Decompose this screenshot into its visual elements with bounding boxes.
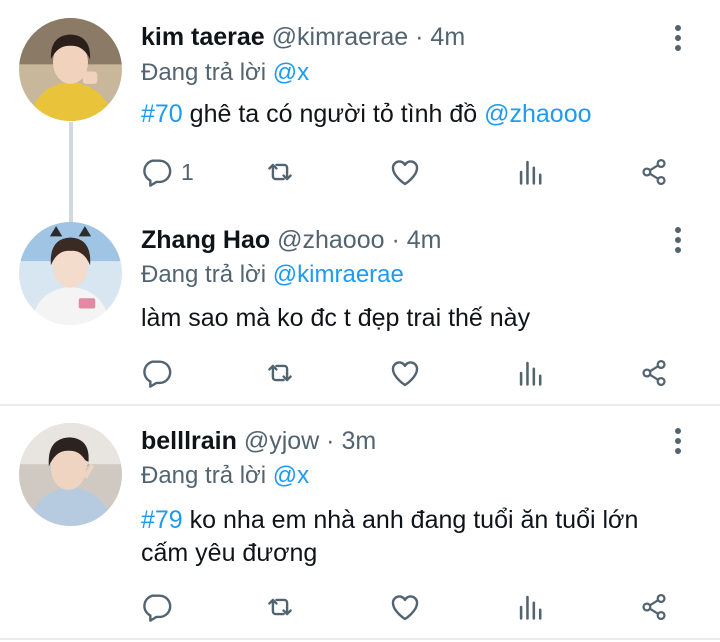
- more-options-button[interactable]: [664, 427, 692, 455]
- tweet-text: #70 ghê ta có người tỏ tình đồ @zhaooo: [141, 98, 701, 131]
- more-options-button[interactable]: [664, 226, 692, 254]
- display-name[interactable]: Zhang Hao: [141, 226, 270, 254]
- avatar-image: [19, 423, 122, 526]
- action-bar: [0, 587, 720, 627]
- retweet-icon: [268, 598, 292, 616]
- retweet-button[interactable]: [263, 353, 297, 393]
- share-button[interactable]: [637, 587, 671, 627]
- view-stats-button[interactable]: [514, 152, 548, 192]
- timestamp[interactable]: 3m: [341, 427, 376, 455]
- reply-count: 1: [181, 158, 194, 185]
- reply-prefix: Đang trả lời: [141, 462, 267, 489]
- timestamp[interactable]: 4m: [407, 226, 442, 254]
- like-icon: [391, 160, 419, 186]
- share-icon: [642, 593, 666, 621]
- retweet-button[interactable]: [263, 152, 297, 192]
- tweet-divider: [0, 638, 720, 640]
- share-button[interactable]: [637, 152, 671, 192]
- tweet-text-content: ko nha em nhà anh đang tuổi ăn tuổi lớn …: [141, 506, 639, 567]
- tweet-header: belllrain @yjow · 3m: [141, 425, 376, 457]
- hashtag-link[interactable]: #70: [141, 100, 183, 128]
- reply-context: Đang trả lời @kimraerae: [141, 259, 404, 291]
- avatar-image: [19, 222, 122, 325]
- action-bar: 1: [0, 152, 720, 192]
- reply-prefix: Đang trả lời: [141, 261, 267, 288]
- reply-to-mention[interactable]: @x: [273, 59, 309, 86]
- separator: ·: [326, 427, 335, 455]
- reply-icon: [143, 159, 172, 187]
- reply-icon: [143, 594, 172, 622]
- avatar-image: [19, 18, 122, 121]
- reply-context: Đang trả lời @x: [141, 57, 309, 89]
- avatar[interactable]: [19, 423, 122, 526]
- separator: ·: [391, 226, 400, 254]
- hashtag-link[interactable]: #79: [141, 506, 183, 534]
- stats-icon: [519, 160, 542, 185]
- more-icon: [675, 25, 681, 31]
- reply-button[interactable]: [139, 587, 173, 627]
- more-options-button[interactable]: [664, 24, 692, 52]
- reply-icon: [143, 360, 172, 388]
- tweet-belllrain[interactable]: belllrain @yjow · 3m Đang trả lời @x #79…: [0, 405, 720, 642]
- retweet-button[interactable]: [263, 587, 297, 627]
- display-name[interactable]: kim taerae: [141, 23, 265, 51]
- tweet-text-content: ghê ta có người tỏ tình đồ: [189, 100, 478, 128]
- tweet-text: #79 ko nha em nhà anh đang tuổi ăn tuổi …: [141, 504, 671, 570]
- more-icon: [675, 428, 681, 434]
- like-button[interactable]: [388, 587, 422, 627]
- reply-to-mention[interactable]: @kimraerae: [273, 261, 404, 288]
- tweet-text-content: làm sao mà ko đc t đẹp trai thế này: [141, 304, 531, 332]
- retweet-icon: [268, 364, 292, 382]
- reply-button[interactable]: 1: [139, 152, 194, 192]
- reply-prefix: Đang trả lời: [141, 59, 267, 86]
- more-icon: [675, 227, 681, 233]
- separator: ·: [415, 23, 424, 51]
- retweet-icon: [268, 163, 292, 181]
- stats-icon: [519, 361, 542, 386]
- action-bar: [0, 353, 720, 393]
- tweet-header: kim taerae @kimraerae · 4m: [141, 21, 465, 53]
- share-button[interactable]: [637, 353, 671, 393]
- timestamp[interactable]: 4m: [430, 23, 465, 51]
- like-button[interactable]: [388, 353, 422, 393]
- username[interactable]: @zhaooo: [277, 226, 384, 254]
- tweet-text: làm sao mà ko đc t đẹp trai thế này: [141, 302, 701, 335]
- avatar[interactable]: [19, 222, 122, 325]
- view-stats-button[interactable]: [514, 353, 548, 393]
- display-name[interactable]: belllrain: [141, 427, 237, 455]
- like-button[interactable]: [388, 152, 422, 192]
- reply-button[interactable]: [139, 353, 173, 393]
- like-icon: [391, 361, 419, 387]
- tweet-kim-taerae[interactable]: kim taerae @kimraerae · 4m Đang trả lời …: [0, 0, 720, 202]
- like-icon: [391, 595, 419, 621]
- view-stats-button[interactable]: [514, 587, 548, 627]
- reply-to-mention[interactable]: @x: [273, 462, 309, 489]
- username[interactable]: @kimraerae: [272, 23, 409, 51]
- share-icon: [642, 158, 666, 186]
- share-icon: [642, 359, 666, 387]
- mention-link[interactable]: @zhaooo: [484, 100, 591, 128]
- avatar[interactable]: [19, 18, 122, 121]
- username[interactable]: @yjow: [244, 427, 319, 455]
- tweet-header: Zhang Hao @zhaooo · 4m: [141, 224, 442, 256]
- stats-icon: [519, 595, 542, 620]
- tweet-zhang-hao[interactable]: Zhang Hao @zhaooo · 4m Đang trả lời @kim…: [0, 202, 720, 405]
- reply-context: Đang trả lời @x: [141, 460, 309, 492]
